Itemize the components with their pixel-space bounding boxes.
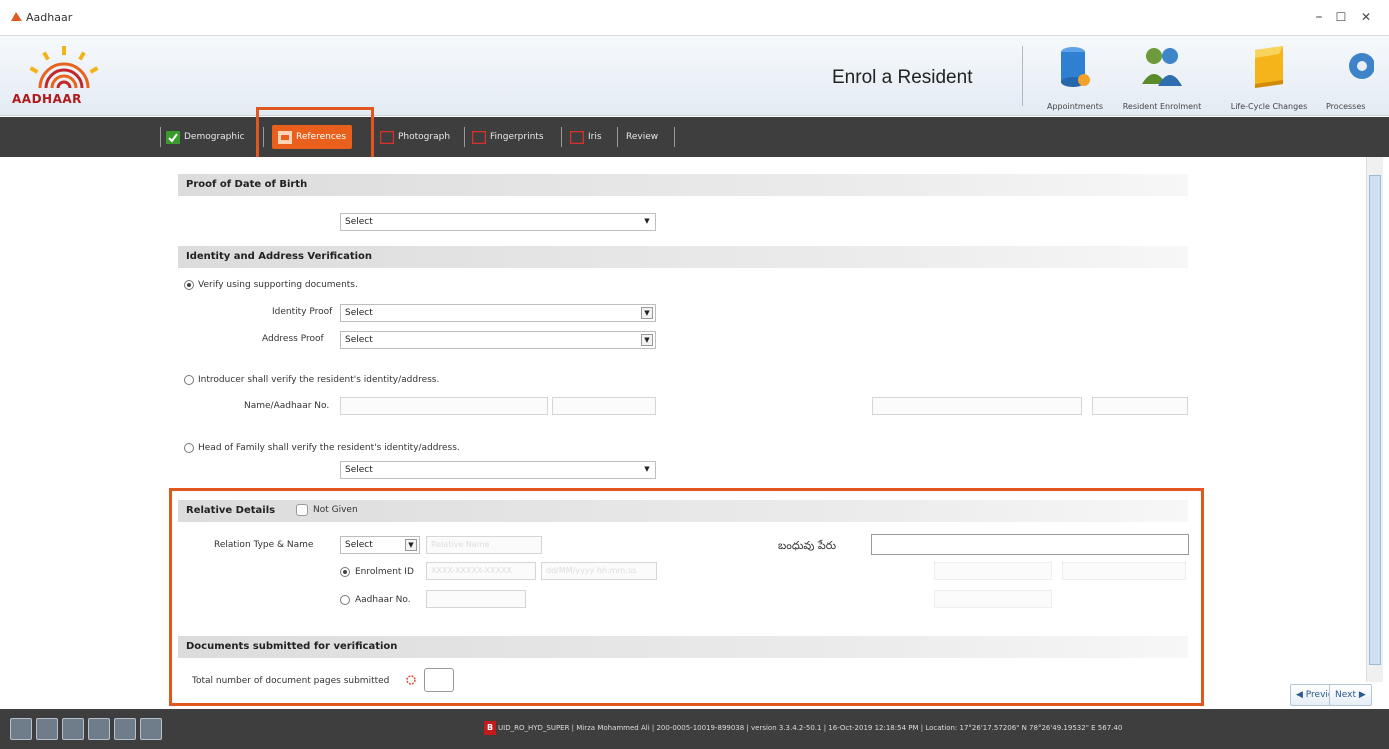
- minimize-button[interactable]: –: [1309, 8, 1329, 26]
- settings-tool-icon[interactable]: [10, 718, 32, 740]
- wizard-tabbar: Demographic References Photograph Finger…: [0, 117, 1389, 157]
- status-bar: B UID_RO_HYD_SUPER | Mirza Mohammed Ali …: [0, 709, 1389, 749]
- processes-button[interactable]: Processes: [1324, 44, 1389, 114]
- relative-documents-highlight: [169, 488, 1204, 706]
- address-proof-select[interactable]: Select ▼: [340, 331, 656, 349]
- printer-icon[interactable]: [88, 718, 110, 740]
- tab-iris[interactable]: Iris: [570, 125, 602, 149]
- head-of-family-select[interactable]: Select ▼: [340, 461, 656, 479]
- tab-divider: [464, 127, 465, 147]
- pending-icon: [570, 130, 584, 144]
- resident-enrolment-label: Resident Enrolment: [1122, 102, 1202, 111]
- pending-icon: [472, 130, 486, 144]
- camera-icon[interactable]: [114, 718, 136, 740]
- hof-select-value: Select: [345, 465, 373, 475]
- logo-text: AADHAAR: [12, 92, 82, 106]
- appointments-label: Appointments: [1046, 102, 1104, 111]
- head-of-family-radio[interactable]: [184, 443, 194, 453]
- life-cycle-changes-button[interactable]: Life-Cycle Changes: [1218, 44, 1320, 114]
- introducer-local-name-field[interactable]: [872, 397, 1082, 415]
- aadhaar-app-icon: [11, 12, 22, 21]
- folder-icon: [1255, 46, 1283, 88]
- window-title: Aadhaar: [26, 11, 73, 24]
- header-divider: [1022, 46, 1023, 106]
- identity-address-heading: Identity and Address Verification: [178, 246, 1188, 268]
- identity-proof-value: Select: [345, 308, 373, 318]
- proof-dob-select[interactable]: Select ▼: [340, 213, 656, 231]
- introducer-extra-field[interactable]: [1092, 397, 1188, 415]
- chevron-down-icon: ▼: [644, 217, 650, 225]
- chevron-down-icon: ▼: [644, 465, 650, 473]
- status-badge: B: [484, 721, 496, 735]
- maximize-button[interactable]: ☐: [1331, 8, 1351, 26]
- pending-icon: [380, 130, 394, 144]
- scrollbar-thumb[interactable]: [1369, 175, 1381, 665]
- tab-photograph-label: Photograph: [398, 132, 451, 142]
- head-of-family-label: Head of Family shall verify the resident…: [198, 443, 460, 453]
- tab-review-label: Review: [626, 132, 659, 142]
- address-proof-value: Select: [345, 335, 373, 345]
- tab-fingerprints-label: Fingerprints: [490, 132, 544, 142]
- proof-dob-select-value: Select: [345, 217, 373, 227]
- appointments-button[interactable]: Appointments: [1035, 44, 1115, 114]
- close-button[interactable]: ✕: [1356, 8, 1376, 26]
- address-proof-label: Address Proof: [262, 334, 324, 344]
- tab-review[interactable]: Review: [626, 125, 658, 149]
- next-button[interactable]: Next ▶: [1329, 684, 1372, 706]
- tab-fingerprints[interactable]: Fingerprints: [472, 125, 544, 149]
- tab-photograph[interactable]: Photograph: [380, 125, 450, 149]
- introducer-aadhaar-field[interactable]: [552, 397, 656, 415]
- tab-demographic-label: Demographic: [184, 132, 245, 142]
- identity-proof-select[interactable]: Select ▼: [340, 304, 656, 322]
- tab-divider: [674, 127, 675, 147]
- tab-divider: [617, 127, 618, 147]
- proof-dob-heading: Proof of Date of Birth: [178, 174, 1188, 196]
- check-icon: [166, 130, 180, 144]
- identity-proof-label: Identity Proof: [272, 307, 333, 317]
- introducer-label: Introducer shall verify the resident's i…: [198, 375, 440, 385]
- life-cycle-changes-label: Life-Cycle Changes: [1230, 102, 1308, 111]
- window-titlebar: Aadhaar – ☐ ✕: [0, 0, 1389, 36]
- processes-label: Processes: [1326, 102, 1366, 111]
- name-aadhaar-label: Name/Aadhaar No.: [244, 401, 330, 411]
- tab-divider: [160, 127, 161, 147]
- chevron-down-icon: ▼: [641, 307, 653, 319]
- verify-documents-radio[interactable]: [184, 280, 194, 290]
- page-title: Enrol a Resident: [832, 67, 973, 88]
- chevron-down-icon: ▼: [641, 334, 653, 346]
- tab-demographic[interactable]: Demographic: [166, 125, 245, 149]
- status-info-text: UID_RO_HYD_SUPER | Mirza Mohammed Ali | …: [498, 724, 1123, 732]
- fingerprint-device-icon[interactable]: [36, 718, 58, 740]
- gear-icon: [1348, 53, 1374, 79]
- introducer-name-field[interactable]: [340, 397, 548, 415]
- database-icon: [1061, 47, 1090, 87]
- app-header: AADHAAR Enrol a Resident Appointments Re…: [0, 36, 1389, 116]
- verify-documents-label: Verify using supporting documents.: [198, 280, 358, 290]
- introducer-radio[interactable]: [184, 375, 194, 385]
- iris-device-icon[interactable]: [62, 718, 84, 740]
- resident-enrolment-button[interactable]: Resident Enrolment: [1117, 44, 1207, 114]
- help-icon[interactable]: [140, 718, 162, 740]
- tab-divider: [561, 127, 562, 147]
- people-icon: [1142, 48, 1182, 86]
- tab-iris-label: Iris: [588, 132, 602, 142]
